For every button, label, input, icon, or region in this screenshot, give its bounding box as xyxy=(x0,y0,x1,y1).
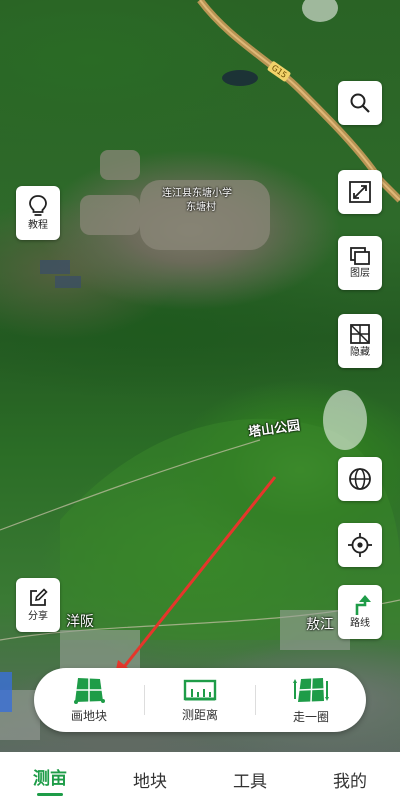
draw-plot-button[interactable]: 画地块 xyxy=(34,668,144,732)
tab-mine[interactable]: 我的 xyxy=(300,752,400,807)
expand-icon xyxy=(349,181,371,203)
hide-button[interactable]: 隐藏 xyxy=(338,314,382,368)
bottom-tab-bar: 测亩 地块 工具 我的 xyxy=(0,752,400,807)
map-label-village: 东塘村 xyxy=(186,202,216,213)
tab-plots-label: 地块 xyxy=(133,772,167,792)
globe-button[interactable] xyxy=(338,457,382,501)
crosshair-icon xyxy=(348,533,372,557)
route-button[interactable]: 路线 xyxy=(338,585,382,639)
share-label: 分享 xyxy=(28,611,48,622)
lightbulb-icon xyxy=(29,195,47,216)
layers-label: 图层 xyxy=(350,268,370,279)
draw-plot-icon xyxy=(74,678,105,704)
tab-mine-label: 我的 xyxy=(333,772,367,792)
map-label-west: 洋阪 xyxy=(66,614,94,630)
layers-icon xyxy=(350,247,370,265)
tab-measure-label: 测亩 xyxy=(33,768,67,789)
map-label-east: 敖江 xyxy=(306,617,334,633)
walk-around-icon xyxy=(293,677,329,703)
hide-label: 隐藏 xyxy=(350,347,370,358)
map-label-school: 连江县东塘小学 xyxy=(162,188,232,199)
route-arrow-icon xyxy=(355,595,371,615)
walk-around-button[interactable]: 走一圈 xyxy=(256,668,366,732)
tab-measure[interactable]: 测亩 xyxy=(0,752,100,807)
tutorial-button[interactable]: 教程 xyxy=(16,186,60,240)
walk-around-label: 走一圈 xyxy=(292,710,329,724)
search-button[interactable] xyxy=(338,81,382,125)
tab-plots[interactable]: 地块 xyxy=(100,752,200,807)
active-tab-indicator xyxy=(37,792,63,796)
fullscreen-button[interactable] xyxy=(338,170,382,214)
tutorial-label: 教程 xyxy=(28,220,48,231)
search-icon xyxy=(350,93,370,113)
route-label: 路线 xyxy=(350,618,370,629)
measure-distance-icon xyxy=(183,679,217,701)
measure-distance-button[interactable]: 测距离 xyxy=(145,668,255,732)
hide-plots-icon xyxy=(350,324,370,344)
tab-tools-label: 工具 xyxy=(233,772,267,792)
action-bar: 画地块 测距离 走一圈 xyxy=(34,668,366,732)
draw-plot-label: 画地块 xyxy=(70,709,107,723)
locate-button[interactable] xyxy=(338,523,382,567)
layers-button[interactable]: 图层 xyxy=(338,236,382,290)
share-button[interactable]: 分享 xyxy=(16,578,60,632)
edit-share-icon xyxy=(30,588,48,606)
tab-tools[interactable]: 工具 xyxy=(200,752,300,807)
measure-distance-label: 测距离 xyxy=(181,708,218,722)
globe-icon xyxy=(349,468,371,490)
